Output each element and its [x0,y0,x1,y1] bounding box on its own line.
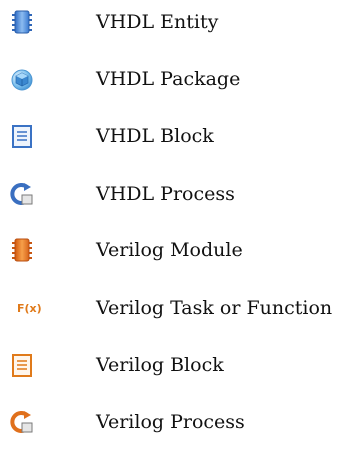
verilog-process-arrow-icon [8,408,36,436]
legend-item-verilog-process: Verilog Process [0,408,361,452]
vhdl-block-document-icon [8,122,36,150]
vhdl-entity-chip-icon [8,8,36,36]
legend-item-label: VHDL Package [96,68,241,90]
legend-item-label: Verilog Task or Function [96,297,333,319]
verilog-block-document-icon [8,351,36,379]
verilog-module-chip-icon [8,236,36,264]
vhdl-process-arrow-icon [8,180,36,208]
legend-item-vhdl-package: VHDL Package [0,65,361,109]
legend-item-verilog-block: Verilog Block [0,351,361,395]
legend-item-label: Verilog Block [96,354,224,376]
verilog-function-fx-icon: F(x) [8,294,42,322]
legend-item-vhdl-entity: VHDL Entity [0,8,361,52]
fx-glyph: F(x) [17,302,42,315]
legend-item-label: Verilog Module [96,239,243,261]
legend-item-label: VHDL Entity [96,11,219,33]
legend-item-label: VHDL Block [96,125,214,147]
legend-item-label: Verilog Process [96,411,245,433]
legend-item-vhdl-process: VHDL Process [0,180,361,224]
hdl-icon-legend: VHDL Entity VHDL Package VHDL Block VHDL… [0,0,361,450]
vhdl-package-cube-icon [8,65,36,93]
legend-item-verilog-task-function: F(x) Verilog Task or Function [0,294,361,338]
legend-item-label: VHDL Process [96,183,235,205]
legend-item-verilog-module: Verilog Module [0,236,361,280]
legend-item-vhdl-block: VHDL Block [0,122,361,166]
